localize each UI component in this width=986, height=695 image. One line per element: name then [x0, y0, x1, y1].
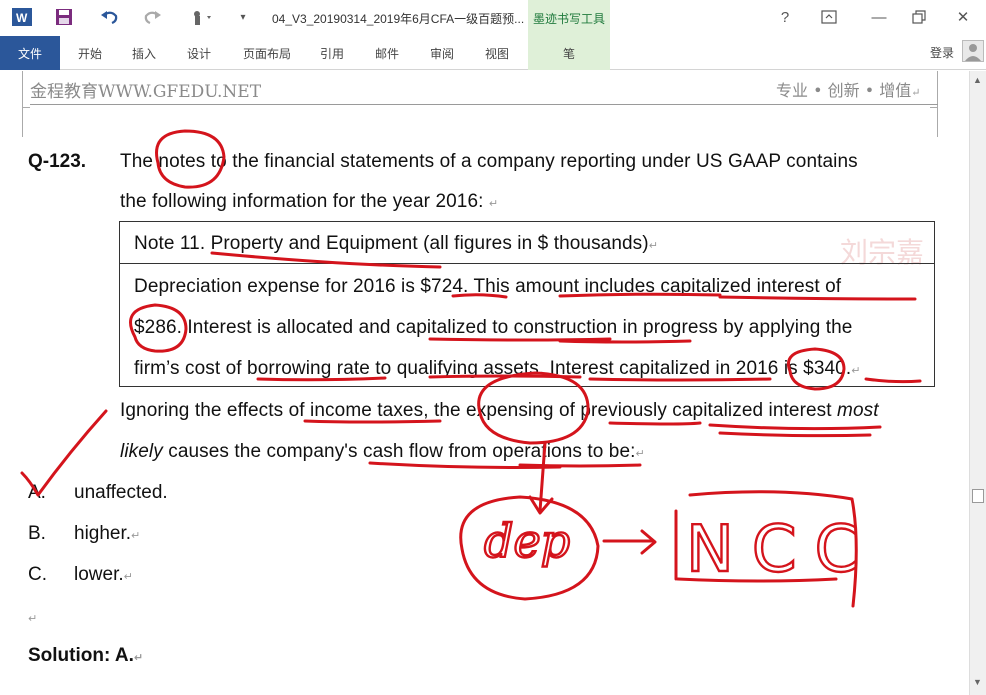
header-left-text: 金程教育WWW.GFEDU.NET: [30, 82, 262, 102]
document-canvas[interactable]: 金程教育WWW.GFEDU.NET 专业 • 创新 • 增值↵ 刘宗嘉 Q-12…: [0, 71, 969, 695]
ink-circle-dep: [459, 495, 600, 601]
answer-option-c: C. lower.↵: [28, 564, 133, 585]
ink-underline-capitalized-interest-2: [718, 431, 872, 438]
undo-icon[interactable]: [96, 5, 122, 29]
scroll-down-icon[interactable]: ▼: [973, 677, 982, 687]
ink-underline-cashflow: [368, 461, 562, 469]
user-avatar-icon[interactable]: [962, 40, 984, 62]
tab-pen[interactable]: 笔: [528, 36, 610, 70]
close-icon[interactable]: ✕: [950, 6, 976, 28]
ink-word-dep: dep: [484, 514, 570, 568]
ink-underline-cfo-2: [518, 463, 642, 468]
save-icon[interactable]: [52, 5, 76, 29]
redo-icon[interactable]: [140, 5, 166, 29]
ink-word-ncc: NCC: [686, 513, 877, 587]
question-stem-line-1: Ignoring the effects of income taxes, th…: [120, 400, 879, 421]
touch-mode-icon[interactable]: [186, 5, 216, 29]
note-title: Note 11. Property and Equipment (all fig…: [134, 233, 659, 254]
tab-page-layout[interactable]: 页面布局: [236, 36, 298, 70]
question-line-2: the following information for the year 2…: [120, 191, 499, 212]
scroll-thumb[interactable]: [972, 489, 984, 503]
note-table-divider: [120, 263, 934, 264]
question-stem-line-2: likely causes the company's cash flow fr…: [120, 441, 645, 462]
tab-insert[interactable]: 插入: [122, 36, 166, 70]
margin-mark-right-h: [930, 107, 938, 108]
header-rule: [30, 104, 938, 105]
header-right-text: 专业 • 创新 • 增值↵: [776, 81, 921, 100]
note-line-1: Depreciation expense for 2016 is $724. T…: [134, 276, 842, 297]
word-window: W ▾ 04_V3_20190314_2019年6月CFA一级百题预... 墨迹…: [0, 0, 986, 695]
ink-underline-capitalized-interest: [708, 423, 882, 431]
tab-file[interactable]: 文件: [0, 36, 60, 70]
tab-view[interactable]: 视图: [474, 36, 520, 70]
title-bar: W ▾ 04_V3_20190314_2019年6月CFA一级百题预... 墨迹…: [0, 0, 986, 36]
ink-arrow-right-head: [640, 529, 657, 555]
customize-toolbar-icon[interactable]: ▾: [234, 5, 252, 29]
tab-references[interactable]: 引用: [310, 36, 354, 70]
solution-label: Solution: A.↵: [28, 645, 144, 666]
ribbon-display-options-icon[interactable]: [816, 6, 842, 28]
vertical-scrollbar[interactable]: ▲ ▼: [969, 71, 986, 695]
restore-icon[interactable]: [906, 6, 932, 28]
tab-design[interactable]: 设计: [176, 36, 222, 70]
tab-mailings[interactable]: 邮件: [364, 36, 410, 70]
ink-bracket-top: [688, 490, 858, 608]
context-tab-title: 墨迹书写工具: [528, 0, 610, 36]
word-app-icon[interactable]: W: [10, 5, 34, 29]
note-line-3: firm’s cost of borrowing rate to qualify…: [134, 358, 861, 379]
sign-in-link[interactable]: 登录: [930, 44, 954, 61]
ink-bracket-bottom: [676, 577, 838, 583]
minimize-icon[interactable]: —: [866, 6, 892, 28]
margin-mark-left-h: [22, 107, 30, 108]
answer-option-b: B. higher.↵: [28, 523, 141, 544]
empty-paragraph: ↵: [28, 613, 38, 625]
question-label: Q-123.: [28, 151, 87, 172]
scroll-up-icon[interactable]: ▲: [973, 75, 982, 85]
tab-review[interactable]: 审阅: [420, 36, 464, 70]
document-title: 04_V3_20190314_2019年6月CFA一级百题预...: [272, 12, 525, 26]
ink-arrow-down-head: [528, 495, 554, 515]
note-line-2: $286. Interest is allocated and capitali…: [134, 317, 853, 338]
tab-home[interactable]: 开始: [68, 36, 112, 70]
svg-text:W: W: [16, 11, 28, 25]
ribbon-tab-bar: 文件 开始 插入 设计 页面布局 引用 邮件 审阅 视图 笔 登录: [0, 36, 986, 70]
question-line-1: The notes to the financial statements of…: [120, 151, 858, 172]
margin-mark-left: [22, 71, 23, 137]
answer-option-a: A. unaffected.: [28, 482, 168, 503]
help-icon[interactable]: ?: [772, 6, 798, 28]
ink-underline-previously: [608, 421, 702, 426]
